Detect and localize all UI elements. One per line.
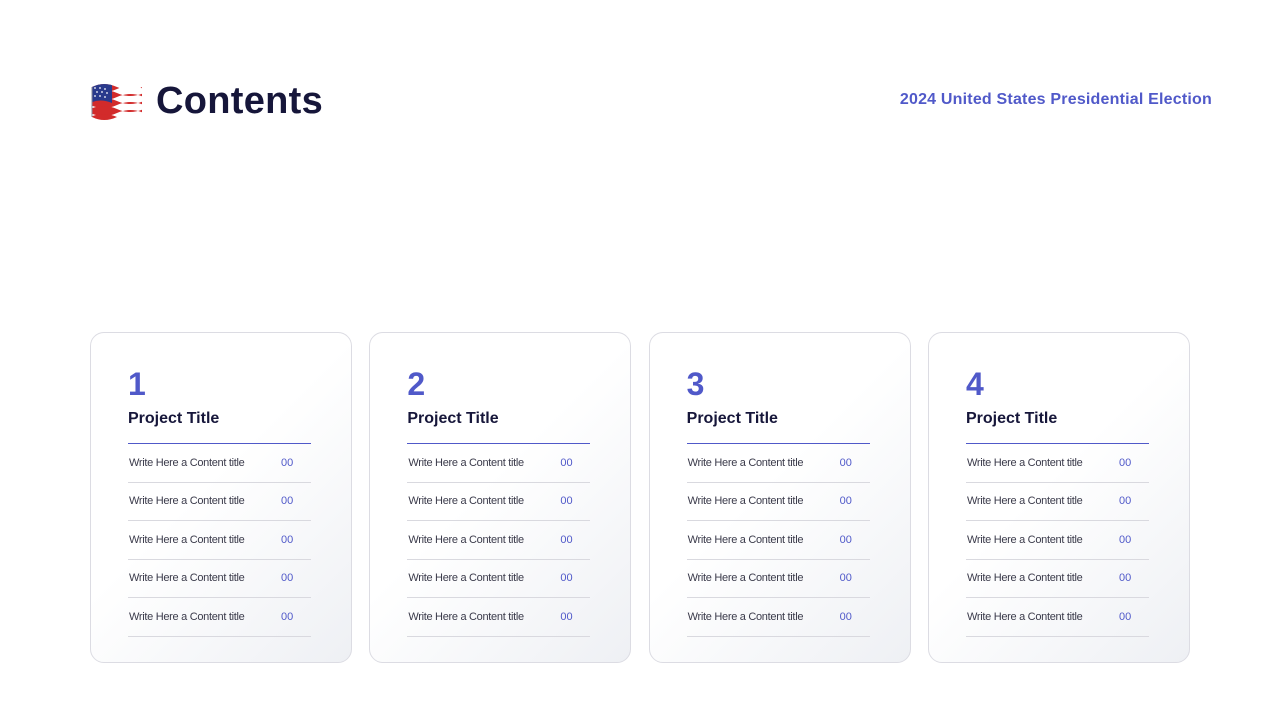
content-item-page: 00	[281, 572, 294, 585]
contents-cards: 1 Project Title Write Here a Content tit…	[90, 332, 1190, 663]
content-item-page: 00	[281, 495, 294, 508]
content-item: Write Here a Content title 00	[407, 560, 591, 598]
content-item-page: 00	[281, 610, 294, 623]
contents-card-3: 3 Project Title Write Here a Content tit…	[648, 332, 911, 663]
card-title: Project Title	[128, 410, 220, 427]
content-item-page: 00	[560, 610, 573, 623]
content-item-text: Write Here a Content title	[408, 456, 524, 469]
page-title: Contents	[156, 80, 324, 122]
card-number: 3	[686, 366, 705, 402]
content-item-page: 00	[560, 533, 573, 546]
content-item-text: Write Here a Content title	[687, 610, 804, 623]
content-item-text: Write Here a Content title	[966, 495, 1083, 508]
content-list: Write Here a Content title 00 Write Here …	[128, 444, 311, 637]
content-item: Write Here a Content title 00	[407, 521, 591, 560]
card-title: Project Title	[407, 410, 499, 427]
content-item-text: Write Here a Content title	[966, 533, 1083, 546]
content-item-text: Write Here a Content title	[129, 456, 245, 469]
page-subtitle: 2024 United States Presidential Election	[899, 91, 1212, 108]
content-item-text: Write Here a Content title	[129, 495, 245, 508]
content-item-text: Write Here a Content title	[687, 533, 804, 546]
content-item: Write Here a Content title 00	[407, 444, 591, 483]
content-item: Write Here a Content title 00	[128, 444, 311, 483]
content-item-page: 00	[839, 572, 852, 585]
content-item: Write Here a Content title 00	[965, 598, 1149, 637]
content-item-page: 00	[560, 572, 573, 585]
content-item-page: 00	[281, 456, 294, 469]
content-item-text: Write Here a Content title	[408, 610, 524, 623]
content-item-page: 00	[839, 456, 852, 469]
content-item-text: Write Here a Content title	[129, 533, 245, 546]
card-title: Project Title	[686, 410, 778, 427]
content-item-text: Write Here a Content title	[129, 572, 245, 585]
content-item: Write Here a Content title 00	[686, 483, 870, 521]
content-item-text: Write Here a Content title	[687, 572, 804, 585]
content-list: Write Here a Content title 00 Write Here …	[686, 444, 870, 637]
content-item-text: Write Here a Content title	[966, 610, 1083, 623]
card-title: Project Title	[965, 410, 1058, 427]
content-item: Write Here a Content title 00	[686, 598, 870, 637]
content-item-page: 00	[1118, 495, 1132, 508]
content-item-page: 00	[1118, 610, 1132, 623]
header: Contents	[90, 80, 323, 123]
content-item-page: 00	[1118, 533, 1132, 546]
content-item: Write Here a Content title 00	[407, 483, 591, 521]
content-item: Write Here a Content title 00	[128, 521, 311, 560]
content-item: Write Here a Content title 00	[686, 560, 870, 598]
content-item: Write Here a Content title 00	[128, 483, 311, 521]
content-item-page: 00	[1118, 456, 1132, 469]
content-item: Write Here a Content title 00	[686, 521, 870, 560]
content-item: Write Here a Content title 00	[128, 560, 311, 598]
card-number: 2	[407, 366, 426, 402]
us-flag-icon	[91, 83, 142, 120]
content-item-text: Write Here a Content title	[408, 533, 524, 546]
content-item: Write Here a Content title 00	[407, 598, 591, 637]
content-item-page: 00	[839, 495, 852, 508]
content-item: Write Here a Content title 00	[686, 444, 870, 483]
content-item: Write Here a Content title 00	[965, 560, 1149, 598]
contents-card-1: 1 Project Title Write Here a Content tit…	[90, 332, 352, 663]
content-item-text: Write Here a Content title	[966, 572, 1083, 585]
content-list: Write Here a Content title 00 Write Here …	[965, 444, 1149, 637]
content-item: Write Here a Content title 00	[965, 521, 1149, 560]
card-number: 4	[965, 366, 984, 402]
content-item-text: Write Here a Content title	[966, 456, 1083, 469]
content-item: Write Here a Content title 00	[965, 483, 1149, 521]
content-item-page: 00	[839, 533, 852, 546]
content-item-text: Write Here a Content title	[129, 610, 245, 623]
content-item-page: 00	[281, 533, 294, 546]
content-item-text: Write Here a Content title	[408, 495, 524, 508]
content-item-text: Write Here a Content title	[687, 456, 804, 469]
content-item: Write Here a Content title 00	[965, 444, 1149, 483]
contents-card-4: 4 Project Title Write Here a Content tit…	[927, 332, 1190, 663]
content-item-text: Write Here a Content title	[408, 572, 524, 585]
content-item-page: 00	[560, 495, 573, 508]
content-item-page: 00	[839, 610, 852, 623]
card-number: 1	[128, 366, 146, 402]
content-item-page: 00	[560, 456, 573, 469]
content-item-text: Write Here a Content title	[687, 495, 804, 508]
content-item: Write Here a Content title 00	[128, 598, 311, 637]
contents-card-2: 2 Project Title Write Here a Content tit…	[369, 332, 632, 663]
content-list: Write Here a Content title 00 Write Here …	[407, 444, 591, 637]
content-item-page: 00	[1118, 572, 1132, 585]
